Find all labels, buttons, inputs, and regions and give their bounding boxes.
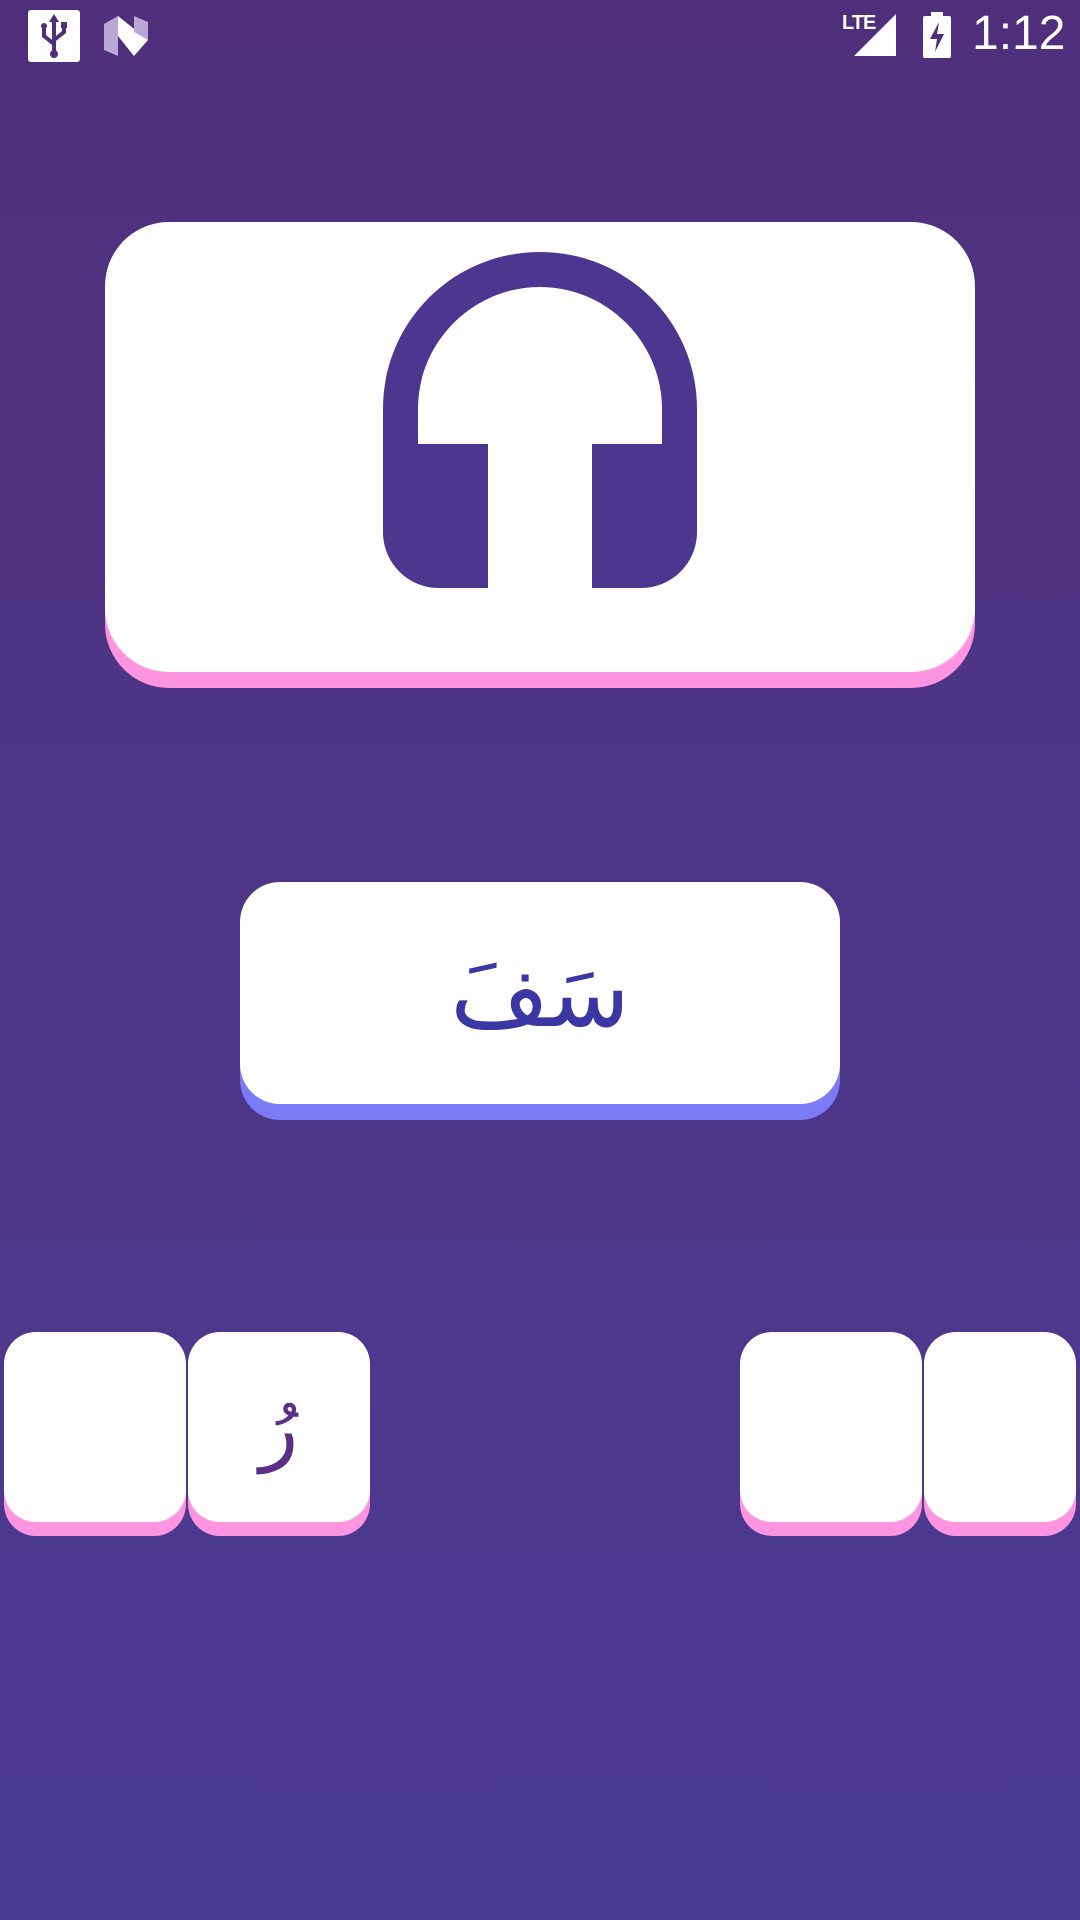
battery-charging-icon (922, 12, 952, 58)
network-type-label: LTE (842, 12, 876, 34)
tile-label: رُ (259, 1380, 299, 1474)
headphones-icon (383, 252, 697, 588)
syllable-text: سَفَ (450, 937, 630, 1049)
letter-tile-3[interactable] (740, 1332, 922, 1522)
letter-tile-1[interactable] (4, 1332, 186, 1522)
status-bar: LTE 1:12 (0, 0, 1080, 72)
status-time: 1:12 (972, 7, 1066, 60)
syllable-card: سَفَ (240, 882, 840, 1104)
usb-icon (28, 10, 80, 62)
play-audio-button[interactable] (105, 222, 975, 672)
n-preview-icon (104, 16, 148, 56)
letter-tile-4[interactable] (924, 1332, 1076, 1522)
letter-tile-2[interactable]: رُ (188, 1332, 370, 1522)
